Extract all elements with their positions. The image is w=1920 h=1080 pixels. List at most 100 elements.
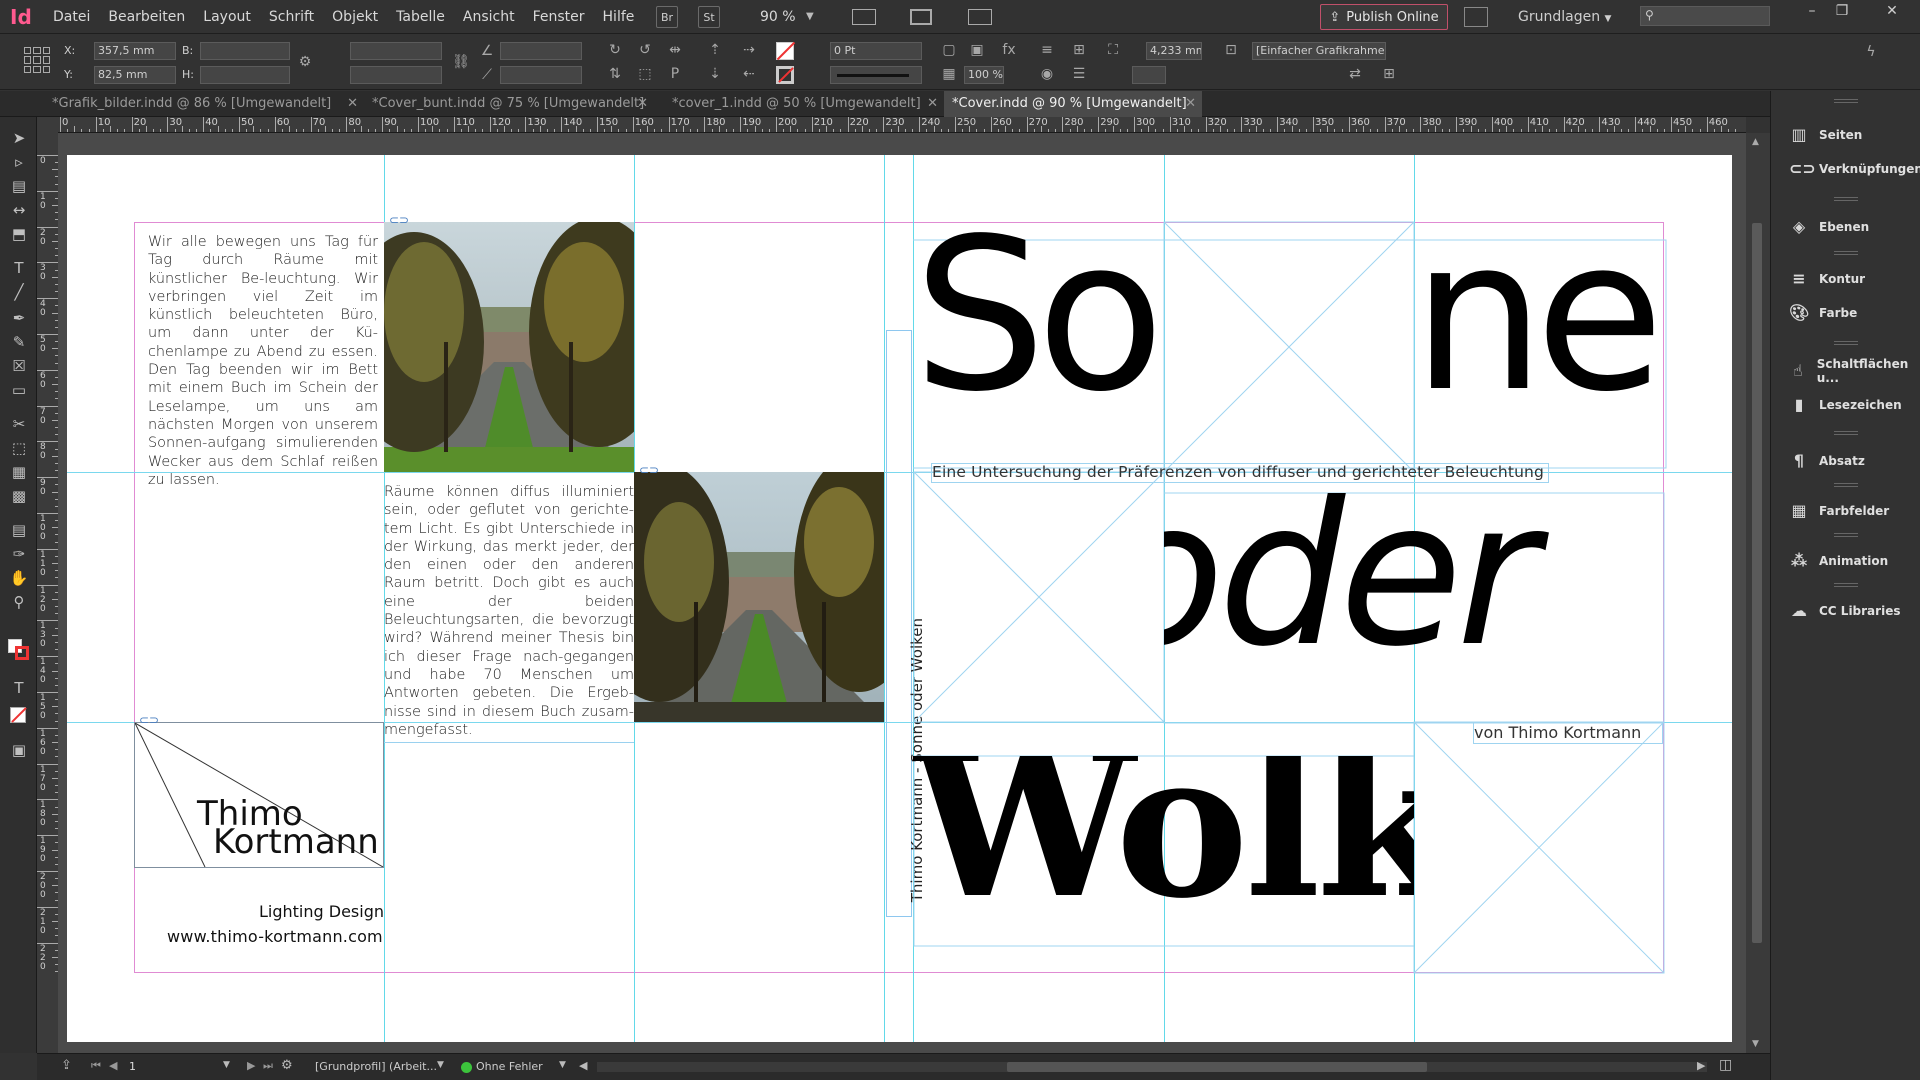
tab-cover-bunt[interactable]: *Cover_bunt.indd @ 75 % [Umgewandelt] ✕ — [364, 91, 654, 117]
screen-mode-icon[interactable] — [910, 9, 932, 25]
shear-field[interactable] — [500, 66, 582, 84]
tab-cover-1[interactable]: *cover_1.indd @ 50 % [Umgewandelt] ✕ — [664, 91, 944, 117]
note-tool-icon[interactable]: ▤ — [8, 519, 30, 541]
preflight-dropdown-icon[interactable]: ▼ — [559, 1060, 566, 1070]
paragraph-p-icon[interactable]: P — [666, 65, 684, 83]
scroll-right-icon[interactable]: ▶ — [1697, 1059, 1705, 1072]
panel-verknuepfungen[interactable]: ⊂⊃ Verknüpfungen — [1771, 149, 1920, 189]
pen-tool-icon[interactable]: ✒ — [8, 307, 30, 329]
menu-datei[interactable]: Datei — [44, 0, 99, 34]
flip-vertical-icon[interactable]: ⇅ — [606, 65, 624, 83]
line-tool-icon[interactable]: ╱ — [8, 281, 30, 303]
rectangle-tool-icon[interactable]: ▭ — [8, 379, 30, 401]
arrange-documents-icon[interactable] — [968, 9, 992, 25]
panel-grip[interactable] — [1834, 483, 1858, 487]
publish-online-button[interactable]: ⇪ Publish Online — [1320, 4, 1448, 30]
scroll-thumb[interactable] — [1007, 1062, 1427, 1072]
x-position-field[interactable]: 357,5 mm — [94, 42, 176, 60]
select-content-icon[interactable]: ⇣ — [706, 65, 724, 83]
previous-page-icon[interactable]: ◀ — [109, 1059, 117, 1072]
link-chain-icon[interactable]: ⛓ — [452, 53, 470, 71]
split-window-icon[interactable]: ◫ — [1719, 1057, 1732, 1073]
hand-tool-icon[interactable]: ✋ — [8, 567, 30, 589]
pasteboard[interactable]: Wir alle bewegen uns Tag für Tag durch R… — [58, 133, 1746, 1053]
body-text-2[interactable]: Räume können diffus illuminiert sein, od… — [384, 483, 634, 739]
profile-dropdown-icon[interactable]: ▼ — [437, 1060, 444, 1070]
type-tool-icon[interactable]: T — [8, 257, 30, 279]
close-window-button[interactable]: ✕ — [1872, 0, 1912, 22]
fit-frame-icon[interactable]: ⛶ — [1104, 41, 1122, 59]
text-wrap-box-icon[interactable]: ⊞ — [1070, 41, 1088, 59]
object-style-icon[interactable]: ⊡ — [1222, 41, 1240, 59]
stroke-weight-field[interactable]: 0 Pt — [830, 42, 922, 60]
panel-grip[interactable] — [1834, 197, 1858, 201]
open-export-icon[interactable]: ⇪ — [61, 1058, 72, 1073]
select-next-icon[interactable]: ⇢ — [740, 41, 758, 59]
apply-none-icon[interactable] — [10, 707, 27, 723]
rotate-ccw-icon[interactable]: ↺ — [636, 41, 654, 59]
horizontal-scrollbar[interactable] — [597, 1062, 1707, 1072]
close-icon[interactable]: ✕ — [637, 91, 648, 117]
menu-ansicht[interactable]: Ansicht — [454, 0, 524, 34]
photo-avenue-2[interactable] — [634, 472, 884, 722]
panel-absatz[interactable]: ¶ Absatz — [1771, 441, 1920, 481]
panel-animation[interactable]: ⁂ Animation — [1771, 541, 1920, 581]
eyedropper-tool-icon[interactable]: ✑ — [8, 543, 30, 565]
panel-cc-libraries[interactable]: ☁ CC Libraries — [1771, 591, 1920, 631]
menu-layout[interactable]: Layout — [194, 0, 260, 34]
panel-farbe[interactable]: 🎨︎ Farbe — [1771, 293, 1920, 333]
lightning-icon[interactable]: ϟ — [1862, 43, 1880, 61]
link-badge-icon[interactable]: ⊂⊃ — [639, 463, 659, 477]
panel-grip[interactable] — [1834, 533, 1858, 537]
photo-avenue-1[interactable] — [384, 222, 634, 472]
scale-y-field[interactable] — [350, 66, 442, 84]
rectangle-frame-tool-icon[interactable]: ☒ — [8, 355, 30, 377]
last-page-icon[interactable]: ⏭ — [263, 1059, 273, 1073]
page-dropdown-icon[interactable]: ▼ — [223, 1060, 230, 1070]
height-field[interactable] — [200, 66, 290, 84]
logo-frame[interactable]: Thimo Kortmann — [134, 722, 384, 868]
page-tool-icon[interactable]: ▤ — [8, 175, 30, 197]
object-style-dropdown[interactable]: [Einfacher Grafikrahmen]+ — [1252, 42, 1386, 60]
menu-tabelle[interactable]: Tabelle — [387, 0, 454, 34]
drop-shadow-icon[interactable]: ▢ — [940, 41, 958, 59]
share-icon[interactable] — [1464, 7, 1488, 27]
free-transform-tool-icon[interactable]: ⬚ — [8, 437, 30, 459]
scale-x-field[interactable] — [350, 42, 442, 60]
flip-horizontal-icon[interactable]: ⇹ — [666, 41, 684, 59]
align-icon[interactable]: ⇄ — [1346, 65, 1364, 83]
gradient-feather-tool-icon[interactable]: ▩ — [8, 485, 30, 507]
dimension-field[interactable]: 4,233 mm — [1146, 42, 1202, 60]
search-field[interactable]: ⚲ — [1640, 6, 1770, 26]
direct-selection-tool-icon[interactable]: ▹ — [8, 151, 30, 173]
screen-mode-tool-icon[interactable]: ▣ — [8, 739, 30, 761]
text-wrap-none-icon[interactable]: ≡ — [1038, 41, 1056, 59]
restore-button[interactable]: ❐ — [1822, 0, 1862, 22]
rotate-cw-icon[interactable]: ↻ — [606, 41, 624, 59]
effects-fx-icon[interactable]: fx — [1000, 41, 1018, 59]
preflight-profile[interactable]: [Grundprofil] (Arbeit... — [315, 1060, 437, 1073]
title-ne-frame[interactable]: ne — [1414, 225, 1664, 472]
stock-button[interactable]: St — [698, 6, 720, 28]
link-badge-icon[interactable]: ⊂⊃ — [389, 213, 409, 227]
select-container-icon[interactable]: ⬚ — [636, 65, 654, 83]
stroke-type-dropdown[interactable] — [830, 66, 922, 84]
horizontal-ruler[interactable]: 0 10 20 30 40 50 60 70 80 90 100 110 120 130 140 150 160… — [58, 117, 1746, 133]
workspace-switcher[interactable]: Grundlagen ▼ — [1518, 0, 1611, 36]
title-wolk-frame[interactable]: Wolk — [913, 756, 1414, 946]
vertical-scrollbar[interactable]: ▲ ▼ — [1746, 133, 1770, 1053]
panel-lesezeichen[interactable]: ▮ Lesezeichen — [1771, 385, 1920, 425]
constrain-proportions-icon[interactable]: ⚙ — [296, 53, 314, 71]
first-page-icon[interactable]: ⏮ — [91, 1059, 101, 1073]
reference-point-icon[interactable] — [24, 47, 50, 73]
text-frame[interactable]: Wir alle bewegen uns Tag für Tag durch R… — [134, 222, 384, 488]
width-field[interactable] — [200, 42, 290, 60]
panel-grip[interactable] — [1834, 251, 1858, 255]
corner-shape-dropdown[interactable] — [1132, 66, 1166, 84]
spine-frame[interactable]: Thimo Kortmann - Sonne oder Wolken — [886, 330, 926, 917]
panel-grip[interactable] — [1834, 99, 1858, 103]
title-so-frame[interactable]: So — [913, 225, 1164, 472]
close-icon[interactable]: ✕ — [347, 91, 358, 117]
view-options-icon[interactable] — [852, 9, 876, 25]
selection-tool-icon[interactable]: ➤ — [8, 127, 30, 149]
